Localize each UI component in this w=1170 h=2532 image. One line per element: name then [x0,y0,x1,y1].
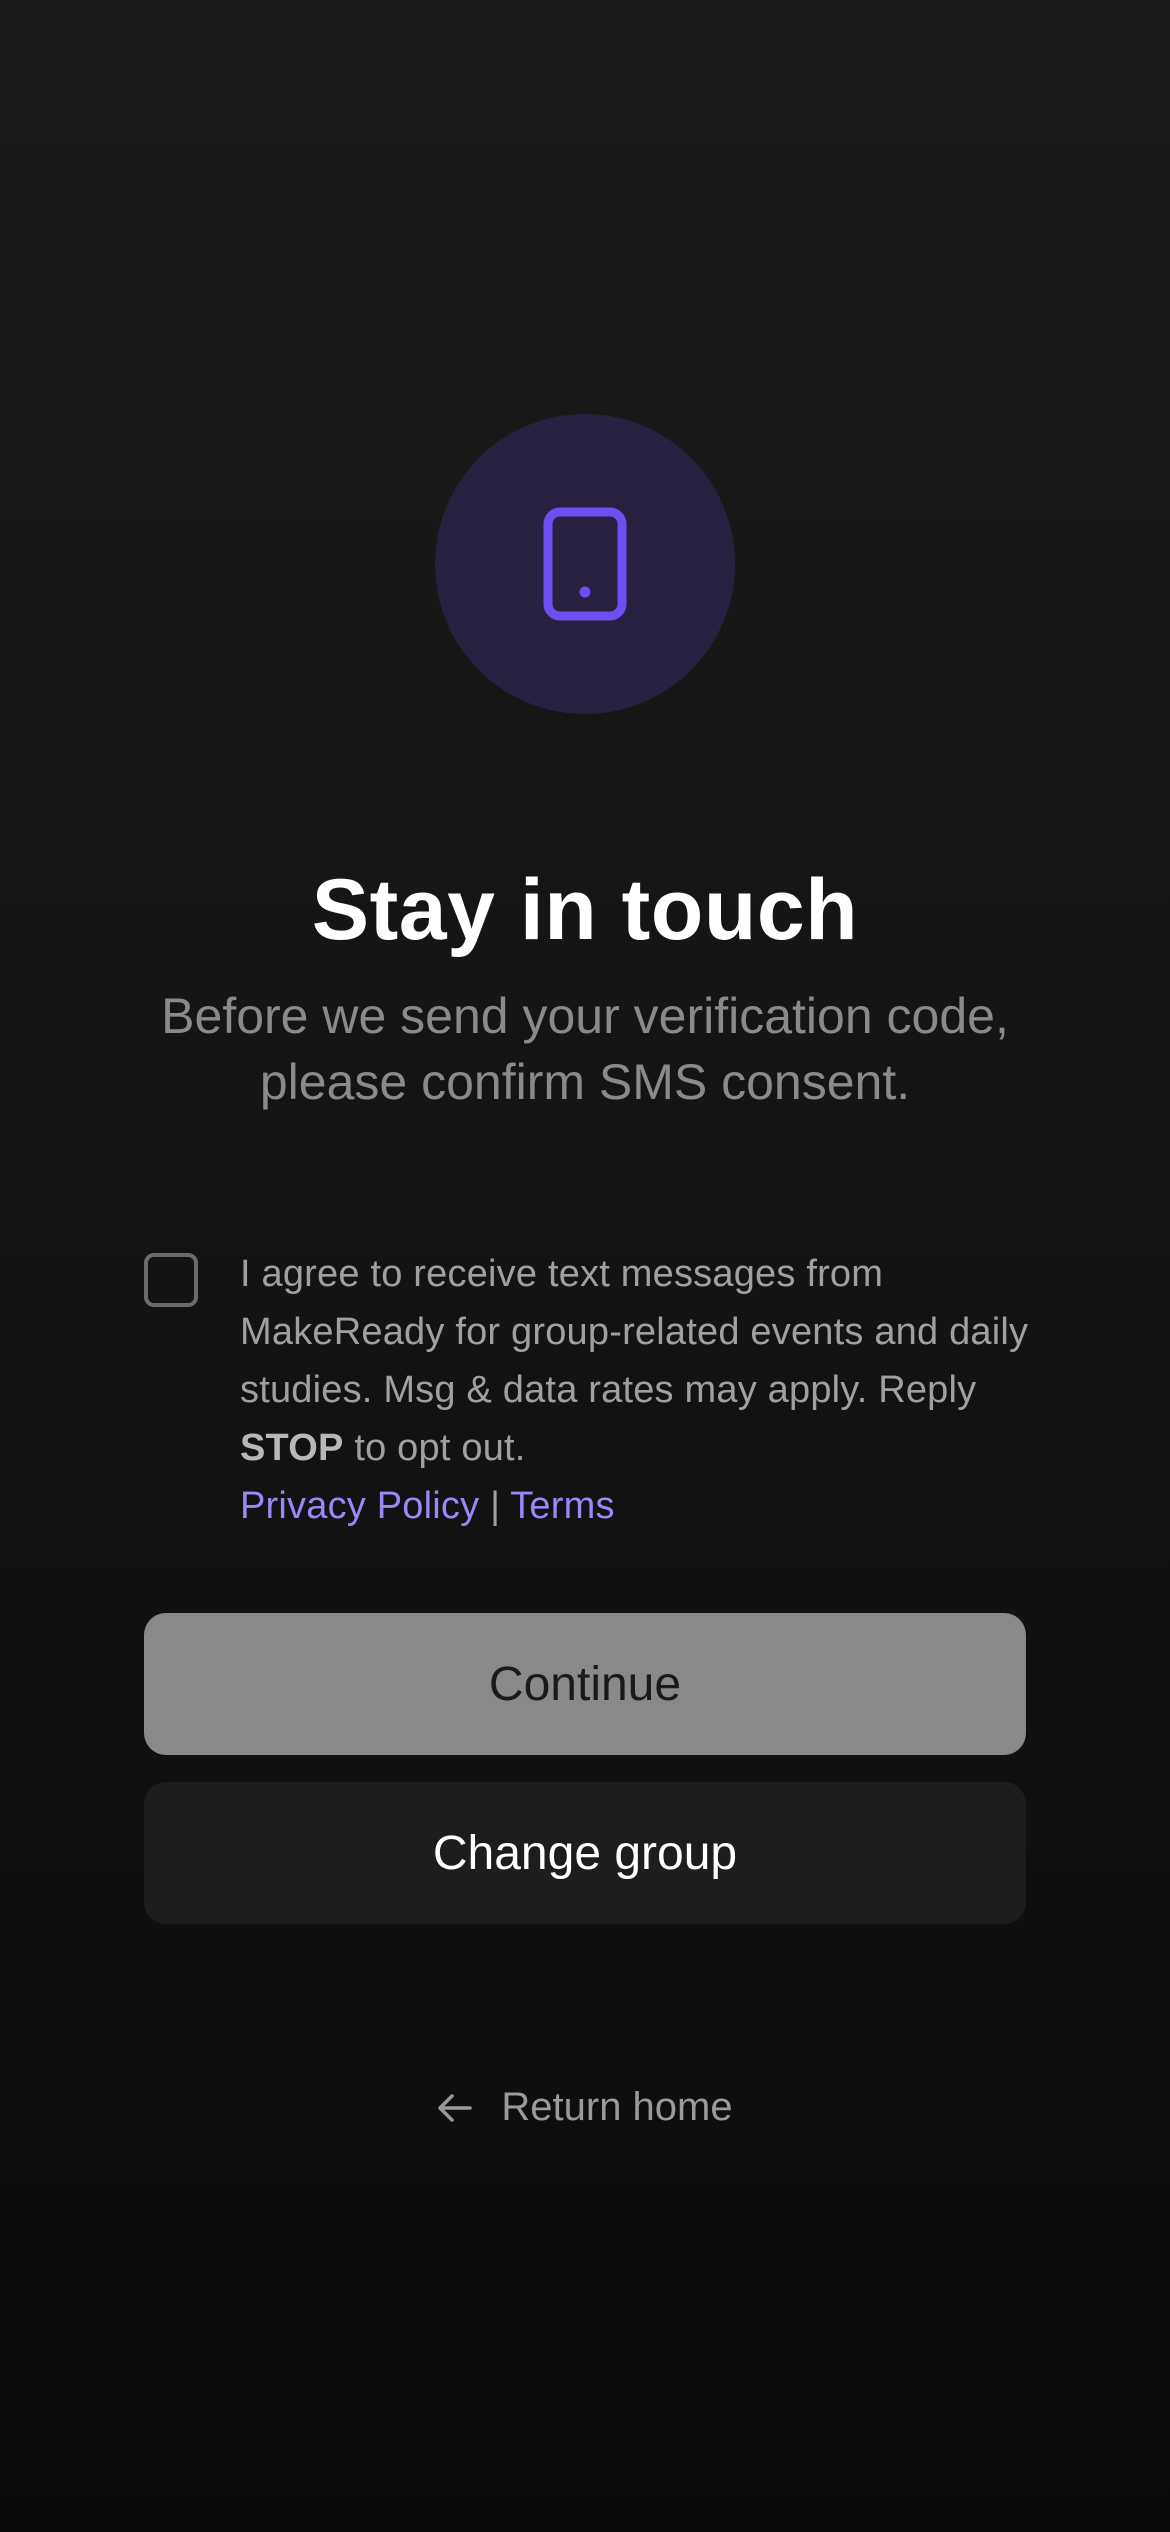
arrow-left-icon [438,2093,473,2122]
stop-keyword: STOP [240,1427,344,1469]
consent-links: Privacy Policy | Terms [240,1477,1040,1535]
link-separator: | [490,1485,501,1527]
consent-text: I agree to receive text messages from Ma… [240,1245,1040,1535]
consent-text-after: to opt out. [343,1427,526,1469]
phone-icon-circle [435,414,735,714]
terms-link[interactable]: Terms [510,1485,614,1527]
phone-icon [543,507,627,621]
change-group-button[interactable]: Change group [144,1782,1026,1924]
consent-text-before: I agree to receive text messages from Ma… [240,1253,1029,1411]
page-title: Stay in touch [311,862,859,958]
return-home-label: Return home [501,2085,733,2129]
page-subtitle: Before we send your verification code, p… [161,988,1009,1110]
sms-consent-screen: Stay in touch Before we send your verifi… [0,0,1170,2532]
return-home-link[interactable]: Return home [0,2085,1170,2130]
continue-button[interactable]: Continue [144,1613,1026,1755]
privacy-policy-link[interactable]: Privacy Policy [240,1485,479,1527]
sms-consent-checkbox[interactable] [144,1253,198,1307]
